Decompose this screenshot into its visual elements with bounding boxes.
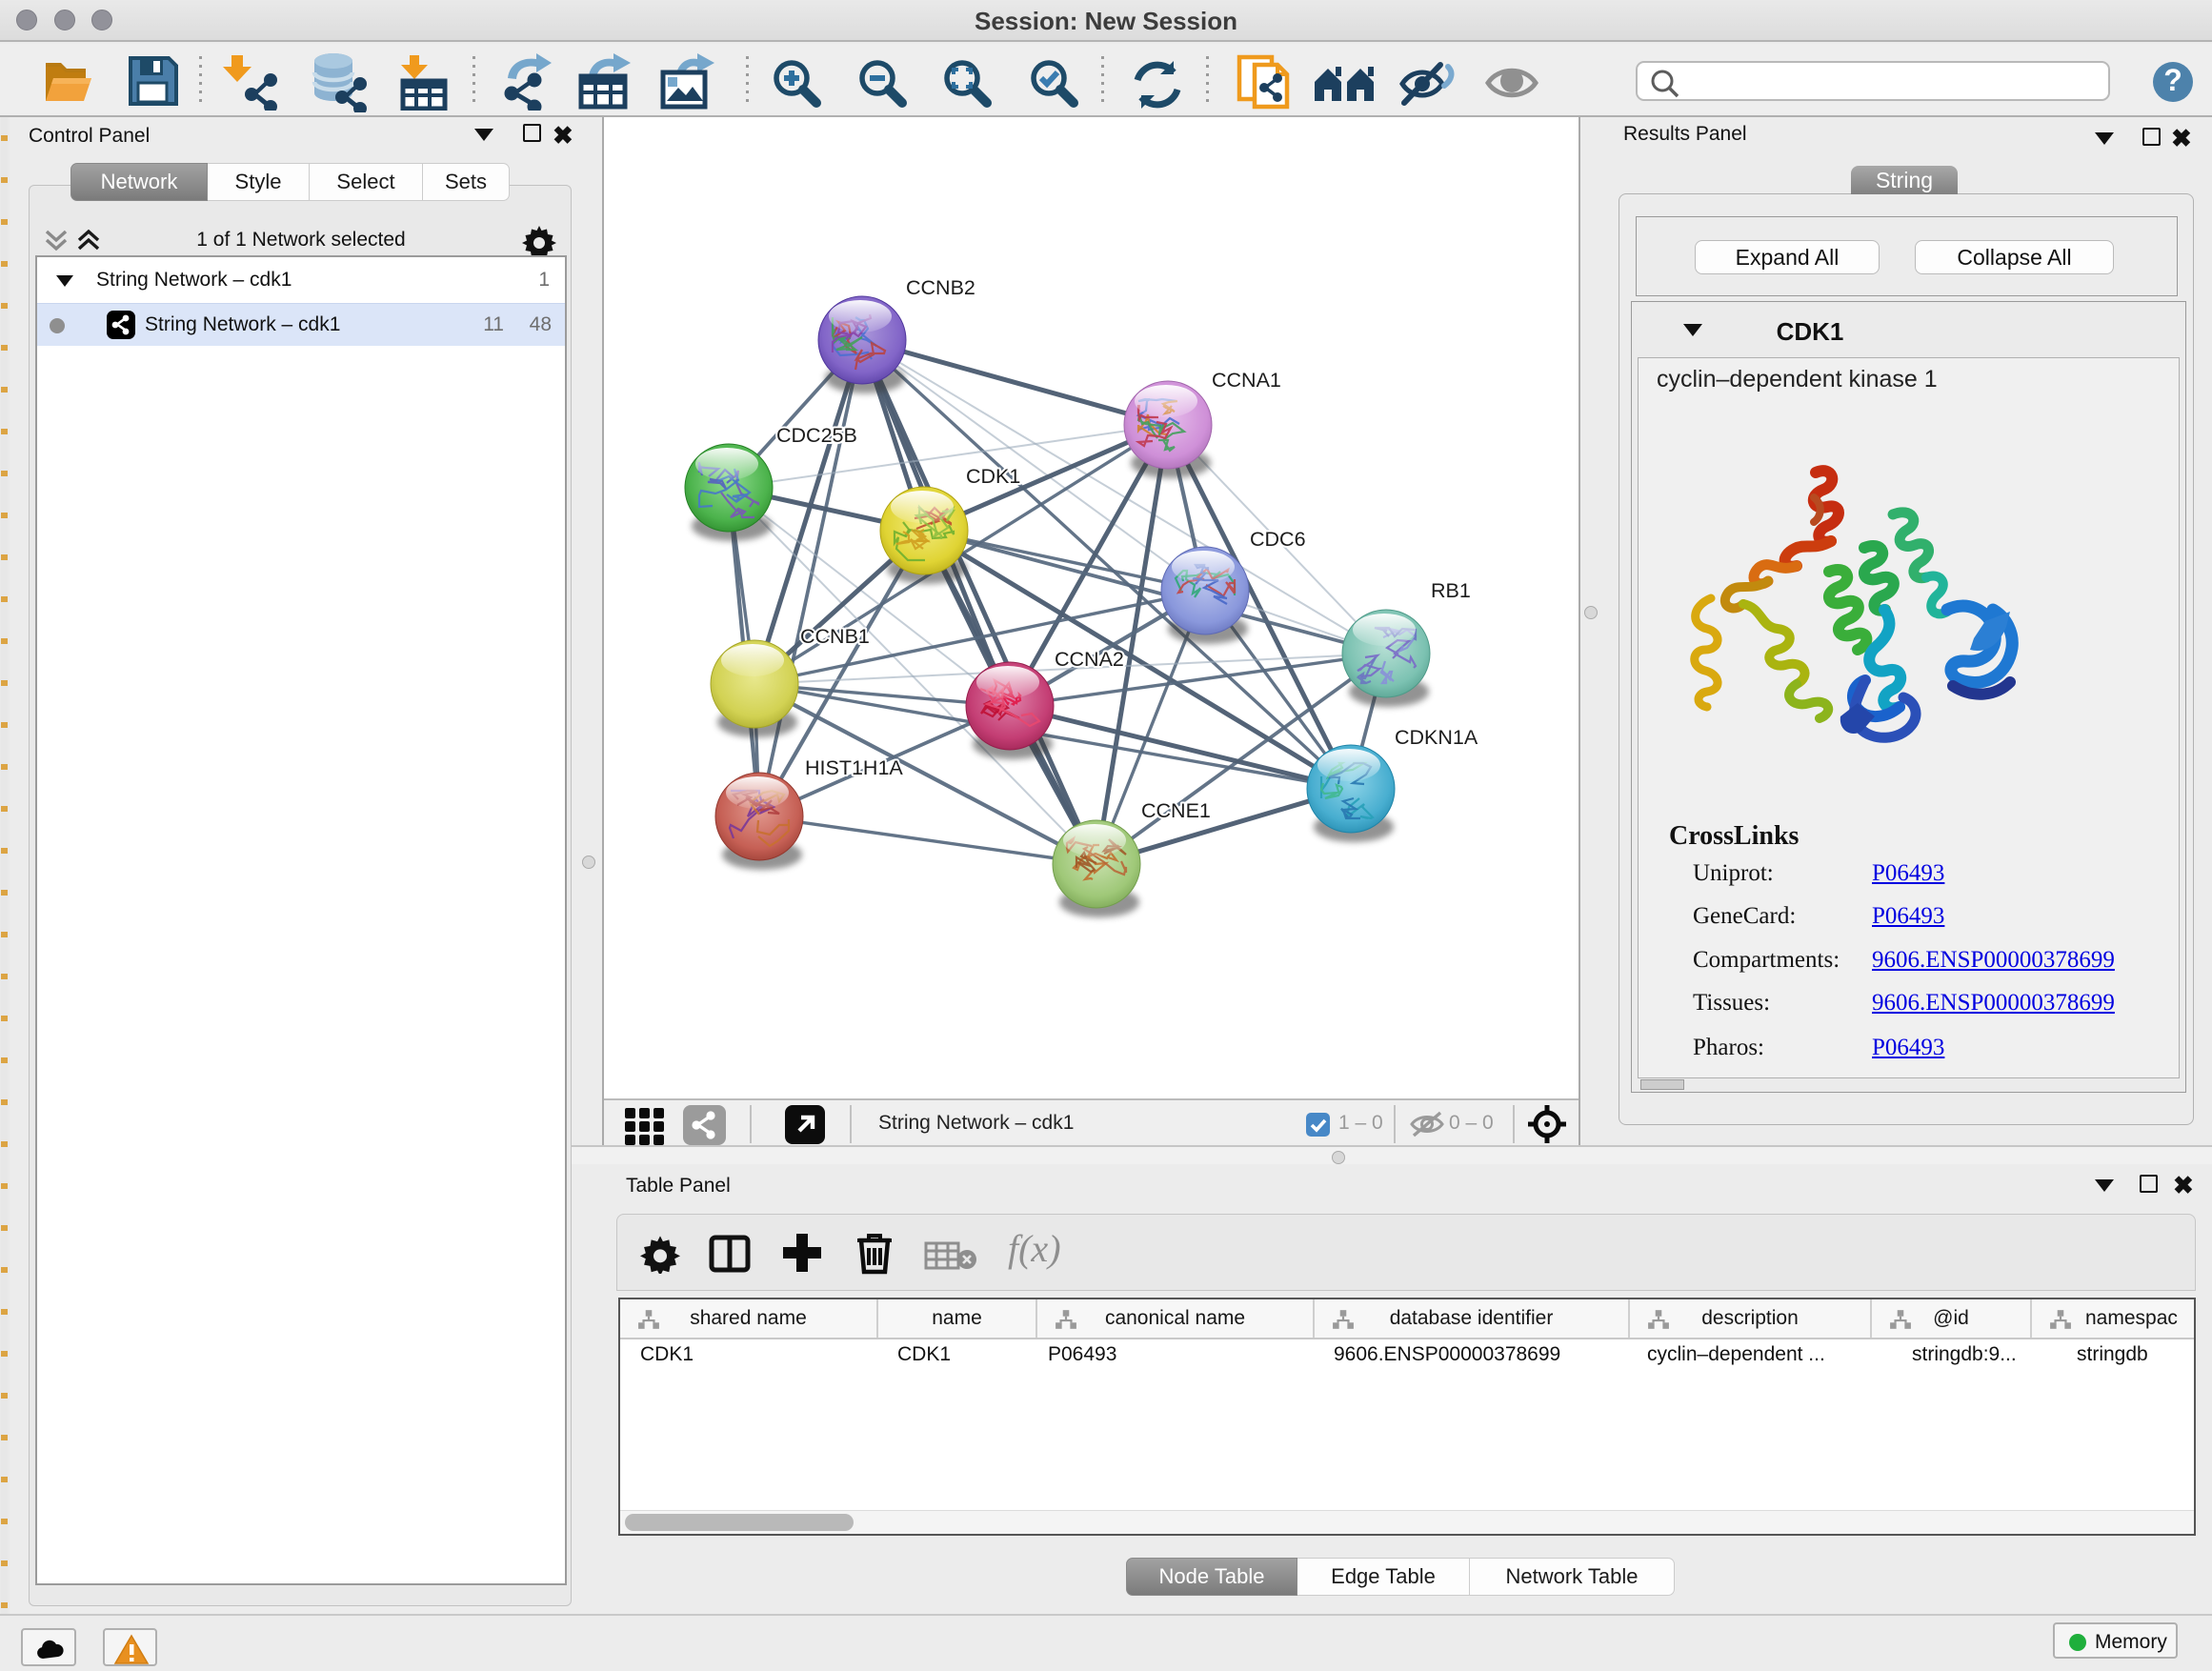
svg-text:CDK1: CDK1 <box>966 465 1020 488</box>
svg-text:CDC25B: CDC25B <box>776 424 857 447</box>
svg-text:CCNB1: CCNB1 <box>800 625 870 648</box>
svg-text:?: ? <box>2163 63 2182 97</box>
svg-text:CDKN1A: CDKN1A <box>1395 726 1478 749</box>
svg-text:CCNE1: CCNE1 <box>1141 799 1211 822</box>
svg-text:CCNA1: CCNA1 <box>1212 369 1281 392</box>
svg-text:CDC6: CDC6 <box>1250 528 1306 551</box>
svg-text:RB1: RB1 <box>1431 579 1471 602</box>
svg-text:CCNB2: CCNB2 <box>906 276 975 299</box>
svg-text:HIST1H1A: HIST1H1A <box>805 756 903 779</box>
svg-text:CCNA2: CCNA2 <box>1055 648 1124 671</box>
